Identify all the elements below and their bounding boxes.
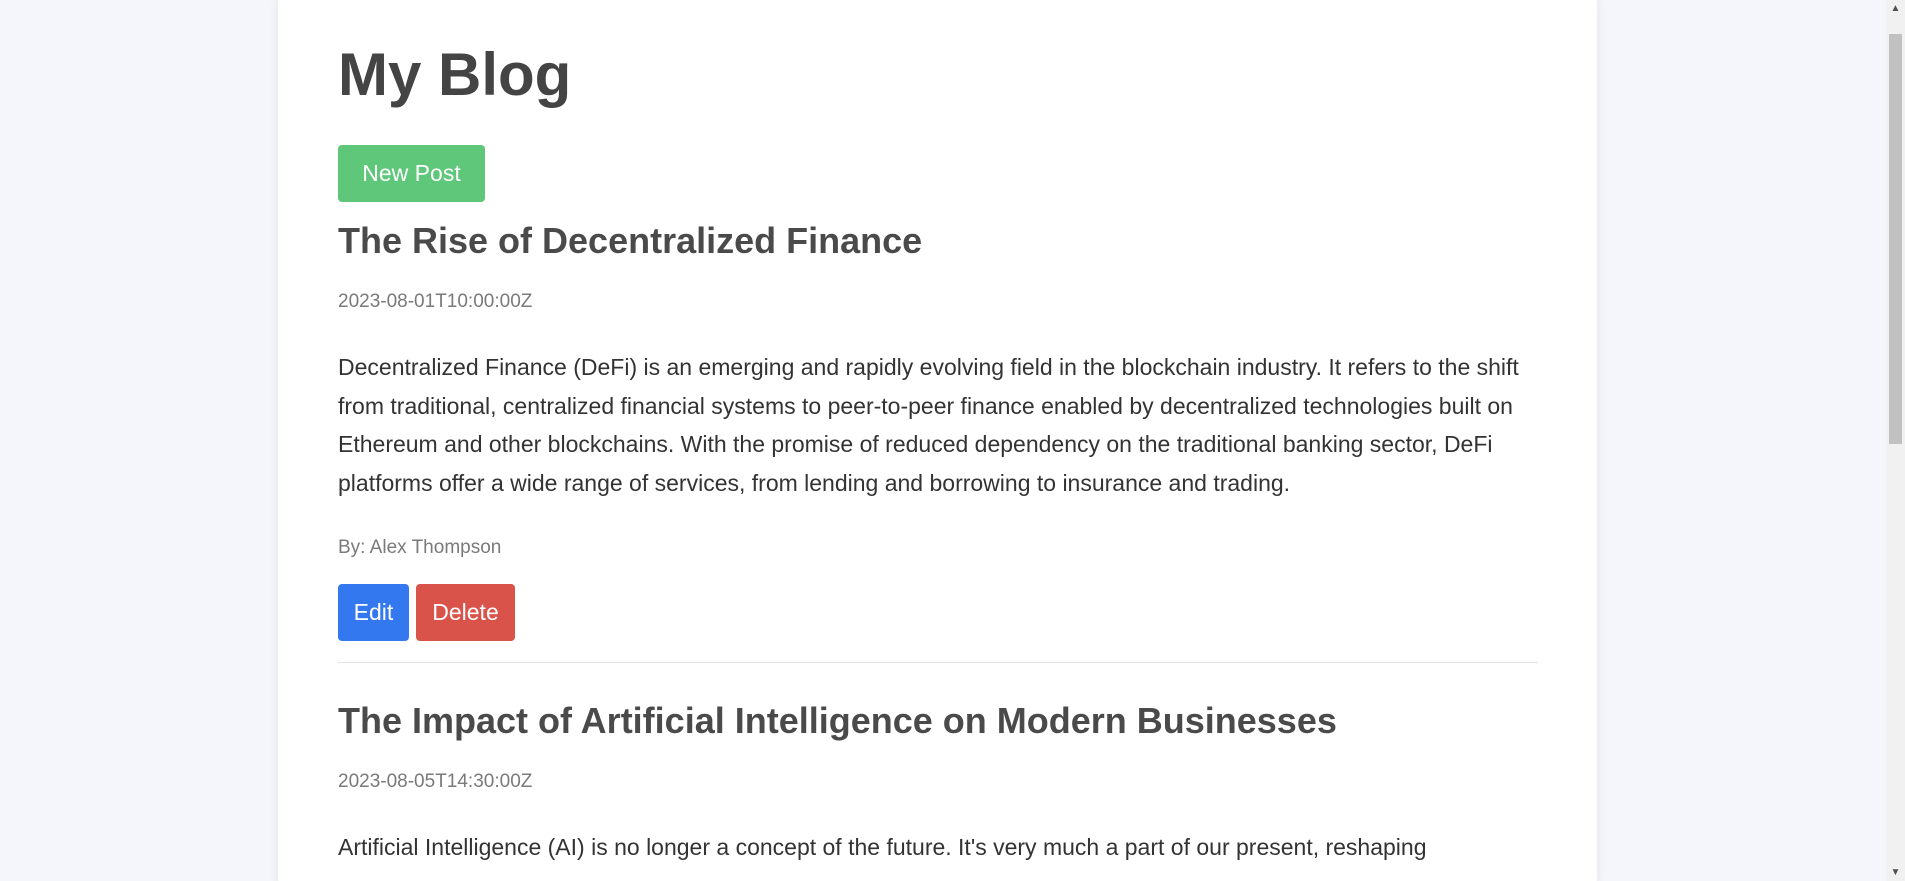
scrollbar-thumb[interactable] <box>1889 34 1902 444</box>
edit-button[interactable]: Edit <box>338 584 409 641</box>
post-author: By: Alex Thompson <box>338 537 502 558</box>
triangle-down-icon[interactable]: ▼ <box>1886 864 1905 881</box>
post-title: The Rise of Decentralized Finance <box>338 220 923 261</box>
post-body: Decentralized Finance (DeFi) is an emerg… <box>338 354 1519 496</box>
post-body: Artificial Intelligence (AI) is no longe… <box>338 834 1427 860</box>
vertical-scrollbar[interactable]: ▲ ▼ <box>1886 0 1905 881</box>
post-date: 2023-08-05T14:30:00Z <box>338 771 533 792</box>
page-title: My Blog <box>338 41 572 108</box>
delete-button[interactable]: Delete <box>416 584 515 641</box>
post-date: 2023-08-01T10:00:00Z <box>338 291 533 312</box>
blog-container: My Blog New Post The Rise of Decentraliz… <box>278 0 1597 881</box>
new-post-button[interactable]: New Post <box>338 145 485 202</box>
page: My Blog New Post The Rise of Decentraliz… <box>0 0 1905 881</box>
post-divider <box>338 662 1538 663</box>
triangle-up-icon[interactable]: ▲ <box>1886 0 1905 17</box>
post-title: The Impact of Artificial Intelligence on… <box>338 700 1337 741</box>
